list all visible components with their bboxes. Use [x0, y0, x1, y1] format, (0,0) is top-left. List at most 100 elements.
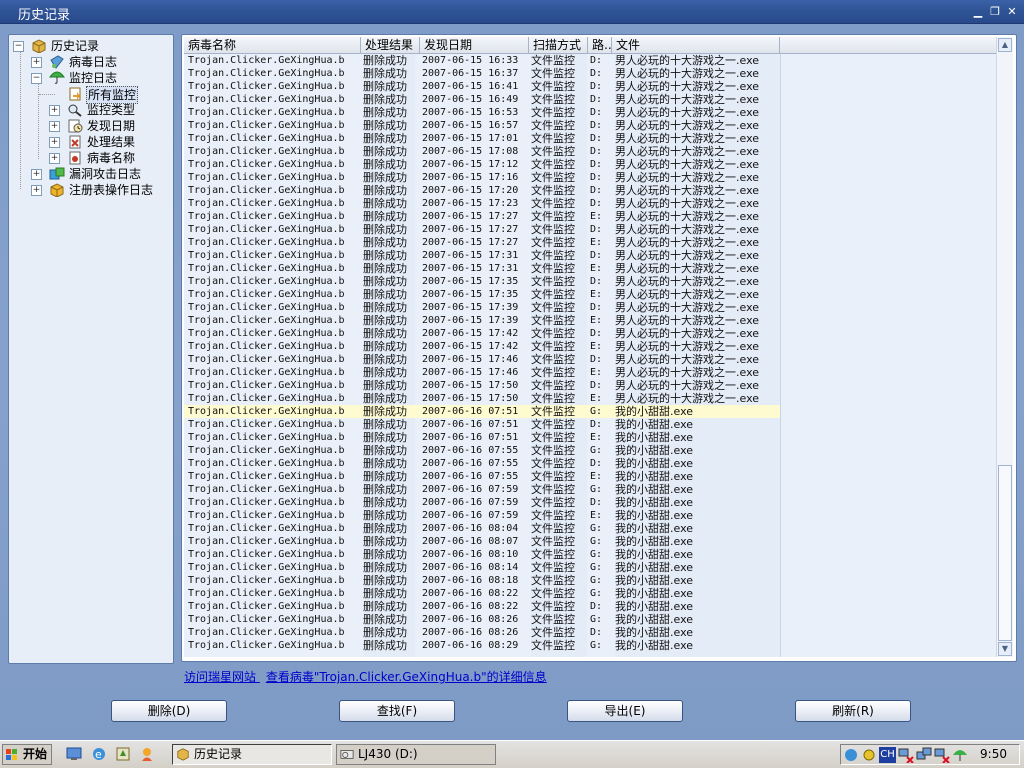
expand-icon[interactable]: + — [49, 105, 60, 116]
restore-icon[interactable]: ❐ — [988, 5, 1002, 19]
table-row[interactable]: Trojan.Clicker.GeXingHua.b 删除成功 2007-06-15… — [184, 366, 780, 379]
column-header-scan-mode[interactable]: 扫描方式 — [529, 37, 588, 53]
table-row[interactable]: Trojan.Clicker.GeXingHua.b 删除成功 2007-06-16… — [184, 483, 780, 496]
cell-virus-name: Trojan.Clicker.GeXingHua.b — [188, 55, 345, 66]
table-row[interactable]: Trojan.Clicker.GeXingHua.b 删除成功 2007-06-16… — [184, 626, 780, 639]
title-bar[interactable]: 历史记录 ▁ ❐ ✕ — [0, 0, 1024, 24]
table-row[interactable]: Trojan.Clicker.GeXingHua.b 删除成功 2007-06-16… — [184, 509, 780, 522]
column-header-result[interactable]: 处理结果 — [361, 37, 420, 53]
task-drive[interactable]: LJ430 (D:) — [336, 744, 496, 765]
scroll-thumb[interactable] — [998, 465, 1012, 641]
table-row[interactable]: Trojan.Clicker.GeXingHua.b 删除成功 2007-06-16… — [184, 444, 780, 457]
history-tree[interactable]: − 历史记录 + 病毒日志 − 监控日志 所有监控 + 监控类型 + 发现日期 … — [8, 34, 174, 664]
expand-icon[interactable]: + — [49, 153, 60, 164]
expand-icon[interactable]: + — [31, 57, 42, 68]
column-header-virus-name[interactable]: 病毒名称 — [184, 37, 361, 53]
table-row[interactable]: Trojan.Clicker.GeXingHua.b 删除成功 2007-06-16… — [184, 639, 780, 652]
column-header-date[interactable]: 发现日期 — [420, 37, 529, 53]
table-row[interactable]: Trojan.Clicker.GeXingHua.b 删除成功 2007-06-16… — [184, 496, 780, 509]
cell-scan-mode: 文件监控 — [531, 340, 575, 353]
refresh-button[interactable]: 刷新(R) — [795, 700, 911, 722]
scroll-up-icon[interactable]: ▲ — [998, 38, 1012, 52]
table-row[interactable]: Trojan.Clicker.GeXingHua.b 删除成功 2007-06-16… — [184, 561, 780, 574]
expand-icon[interactable]: + — [31, 169, 42, 180]
minimize-icon[interactable]: ▁ — [971, 5, 985, 19]
table-row[interactable]: Trojan.Clicker.GeXingHua.b 删除成功 2007-06-16… — [184, 522, 780, 535]
cell-file: 男人必玩的十大游戏之一.exe — [615, 236, 760, 249]
scroll-down-icon[interactable]: ▼ — [998, 642, 1012, 656]
network-disconnected-icon-2[interactable] — [934, 747, 950, 763]
umbrella-tray-icon[interactable] — [952, 747, 968, 763]
table-row[interactable]: Trojan.Clicker.GeXingHua.b 删除成功 2007-06-15… — [184, 54, 780, 67]
table-row[interactable]: Trojan.Clicker.GeXingHua.b 删除成功 2007-06-16… — [184, 405, 780, 418]
collapse-icon[interactable]: − — [13, 41, 24, 52]
view-virus-detail-link[interactable]: 查看病毒"Trojan.Clicker.GeXingHua.b"的详细信息 — [266, 670, 547, 684]
delete-button[interactable]: 删除(D) — [111, 700, 227, 722]
export-button[interactable]: 导出(E) — [567, 700, 683, 722]
table-row[interactable]: Trojan.Clicker.GeXingHua.b 删除成功 2007-06-15… — [184, 236, 780, 249]
table-row[interactable]: Trojan.Clicker.GeXingHua.b 删除成功 2007-06-15… — [184, 262, 780, 275]
table-row[interactable]: Trojan.Clicker.GeXingHua.b 删除成功 2007-06-15… — [184, 67, 780, 80]
ie-tray-icon[interactable] — [843, 747, 859, 763]
messenger-icon[interactable] — [139, 746, 155, 762]
table-row[interactable]: Trojan.Clicker.GeXingHua.b 删除成功 2007-06-15… — [184, 158, 780, 171]
table-row[interactable]: Trojan.Clicker.GeXingHua.b 删除成功 2007-06-16… — [184, 587, 780, 600]
expand-icon[interactable]: + — [49, 137, 60, 148]
table-row[interactable]: Trojan.Clicker.GeXingHua.b 删除成功 2007-06-16… — [184, 457, 780, 470]
cell-date: 2007-06-15 17:31 — [422, 250, 519, 261]
start-button[interactable]: 开始 — [2, 744, 52, 765]
cell-path: D: — [590, 419, 603, 430]
vertical-scrollbar[interactable]: ▲ ▼ — [996, 37, 1013, 657]
collapse-icon[interactable]: − — [31, 73, 42, 84]
visit-site-link[interactable]: 访问瑞星网站 — [184, 670, 256, 684]
table-row[interactable]: Trojan.Clicker.GeXingHua.b 删除成功 2007-06-15… — [184, 327, 780, 340]
table-row[interactable]: Trojan.Clicker.GeXingHua.b 删除成功 2007-06-15… — [184, 288, 780, 301]
history-list[interactable]: 病毒名称 处理结果 发现日期 扫描方式 路... 文件 Trojan.Click… — [181, 34, 1017, 662]
expand-icon[interactable]: + — [49, 121, 60, 132]
table-row[interactable]: Trojan.Clicker.GeXingHua.b 删除成功 2007-06-15… — [184, 197, 780, 210]
table-row[interactable]: Trojan.Clicker.GeXingHua.b 删除成功 2007-06-15… — [184, 132, 780, 145]
table-row[interactable]: Trojan.Clicker.GeXingHua.b 删除成功 2007-06-15… — [184, 314, 780, 327]
table-row[interactable]: Trojan.Clicker.GeXingHua.b 删除成功 2007-06-15… — [184, 210, 780, 223]
table-row[interactable]: Trojan.Clicker.GeXingHua.b 删除成功 2007-06-16… — [184, 418, 780, 431]
table-row[interactable]: Trojan.Clicker.GeXingHua.b 删除成功 2007-06-16… — [184, 431, 780, 444]
gear-tray-icon[interactable] — [861, 747, 877, 763]
network-icon[interactable] — [916, 747, 932, 763]
table-row[interactable]: Trojan.Clicker.GeXingHua.b 删除成功 2007-06-16… — [184, 600, 780, 613]
network-disconnected-icon[interactable] — [898, 747, 914, 763]
close-icon[interactable]: ✕ — [1005, 5, 1019, 19]
media-icon[interactable] — [115, 746, 131, 762]
column-header-path[interactable]: 路... — [588, 37, 612, 53]
table-row[interactable]: Trojan.Clicker.GeXingHua.b 删除成功 2007-06-15… — [184, 340, 780, 353]
table-row[interactable]: Trojan.Clicker.GeXingHua.b 删除成功 2007-06-15… — [184, 106, 780, 119]
table-row[interactable]: Trojan.Clicker.GeXingHua.b 删除成功 2007-06-16… — [184, 548, 780, 561]
table-row[interactable]: Trojan.Clicker.GeXingHua.b 删除成功 2007-06-15… — [184, 301, 780, 314]
cell-scan-mode: 文件监控 — [531, 67, 575, 80]
table-row[interactable]: Trojan.Clicker.GeXingHua.b 删除成功 2007-06-15… — [184, 392, 780, 405]
table-row[interactable]: Trojan.Clicker.GeXingHua.b 删除成功 2007-06-15… — [184, 275, 780, 288]
table-row[interactable]: Trojan.Clicker.GeXingHua.b 删除成功 2007-06-15… — [184, 353, 780, 366]
table-row[interactable]: Trojan.Clicker.GeXingHua.b 删除成功 2007-06-15… — [184, 145, 780, 158]
table-row[interactable]: Trojan.Clicker.GeXingHua.b 删除成功 2007-06-15… — [184, 80, 780, 93]
table-row[interactable]: Trojan.Clicker.GeXingHua.b 删除成功 2007-06-15… — [184, 119, 780, 132]
table-row[interactable]: Trojan.Clicker.GeXingHua.b 删除成功 2007-06-15… — [184, 249, 780, 262]
table-row[interactable]: Trojan.Clicker.GeXingHua.b 删除成功 2007-06-16… — [184, 535, 780, 548]
table-row[interactable]: Trojan.Clicker.GeXingHua.b 删除成功 2007-06-16… — [184, 470, 780, 483]
task-history[interactable]: 历史记录 — [172, 744, 332, 765]
main-area: − 历史记录 + 病毒日志 − 监控日志 所有监控 + 监控类型 + 发现日期 … — [0, 24, 1024, 740]
cell-virus-name: Trojan.Clicker.GeXingHua.b — [188, 614, 345, 625]
show-desktop-icon[interactable] — [66, 746, 82, 762]
table-row[interactable]: Trojan.Clicker.GeXingHua.b 删除成功 2007-06-16… — [184, 574, 780, 587]
ie-icon[interactable]: e — [91, 746, 107, 762]
table-row[interactable]: Trojan.Clicker.GeXingHua.b 删除成功 2007-06-15… — [184, 223, 780, 236]
column-header-file[interactable]: 文件 — [612, 37, 780, 53]
table-row[interactable]: Trojan.Clicker.GeXingHua.b 删除成功 2007-06-15… — [184, 184, 780, 197]
find-button[interactable]: 查找(F) — [339, 700, 455, 722]
language-indicator[interactable]: CH — [879, 747, 896, 763]
table-row[interactable]: Trojan.Clicker.GeXingHua.b 删除成功 2007-06-16… — [184, 613, 780, 626]
table-row[interactable]: Trojan.Clicker.GeXingHua.b 删除成功 2007-06-15… — [184, 93, 780, 106]
table-row[interactable]: Trojan.Clicker.GeXingHua.b 删除成功 2007-06-15… — [184, 379, 780, 392]
tree-root-label: 历史记录 — [51, 39, 100, 53]
table-row[interactable]: Trojan.Clicker.GeXingHua.b 删除成功 2007-06-15… — [184, 171, 780, 184]
expand-icon[interactable]: + — [31, 185, 42, 196]
